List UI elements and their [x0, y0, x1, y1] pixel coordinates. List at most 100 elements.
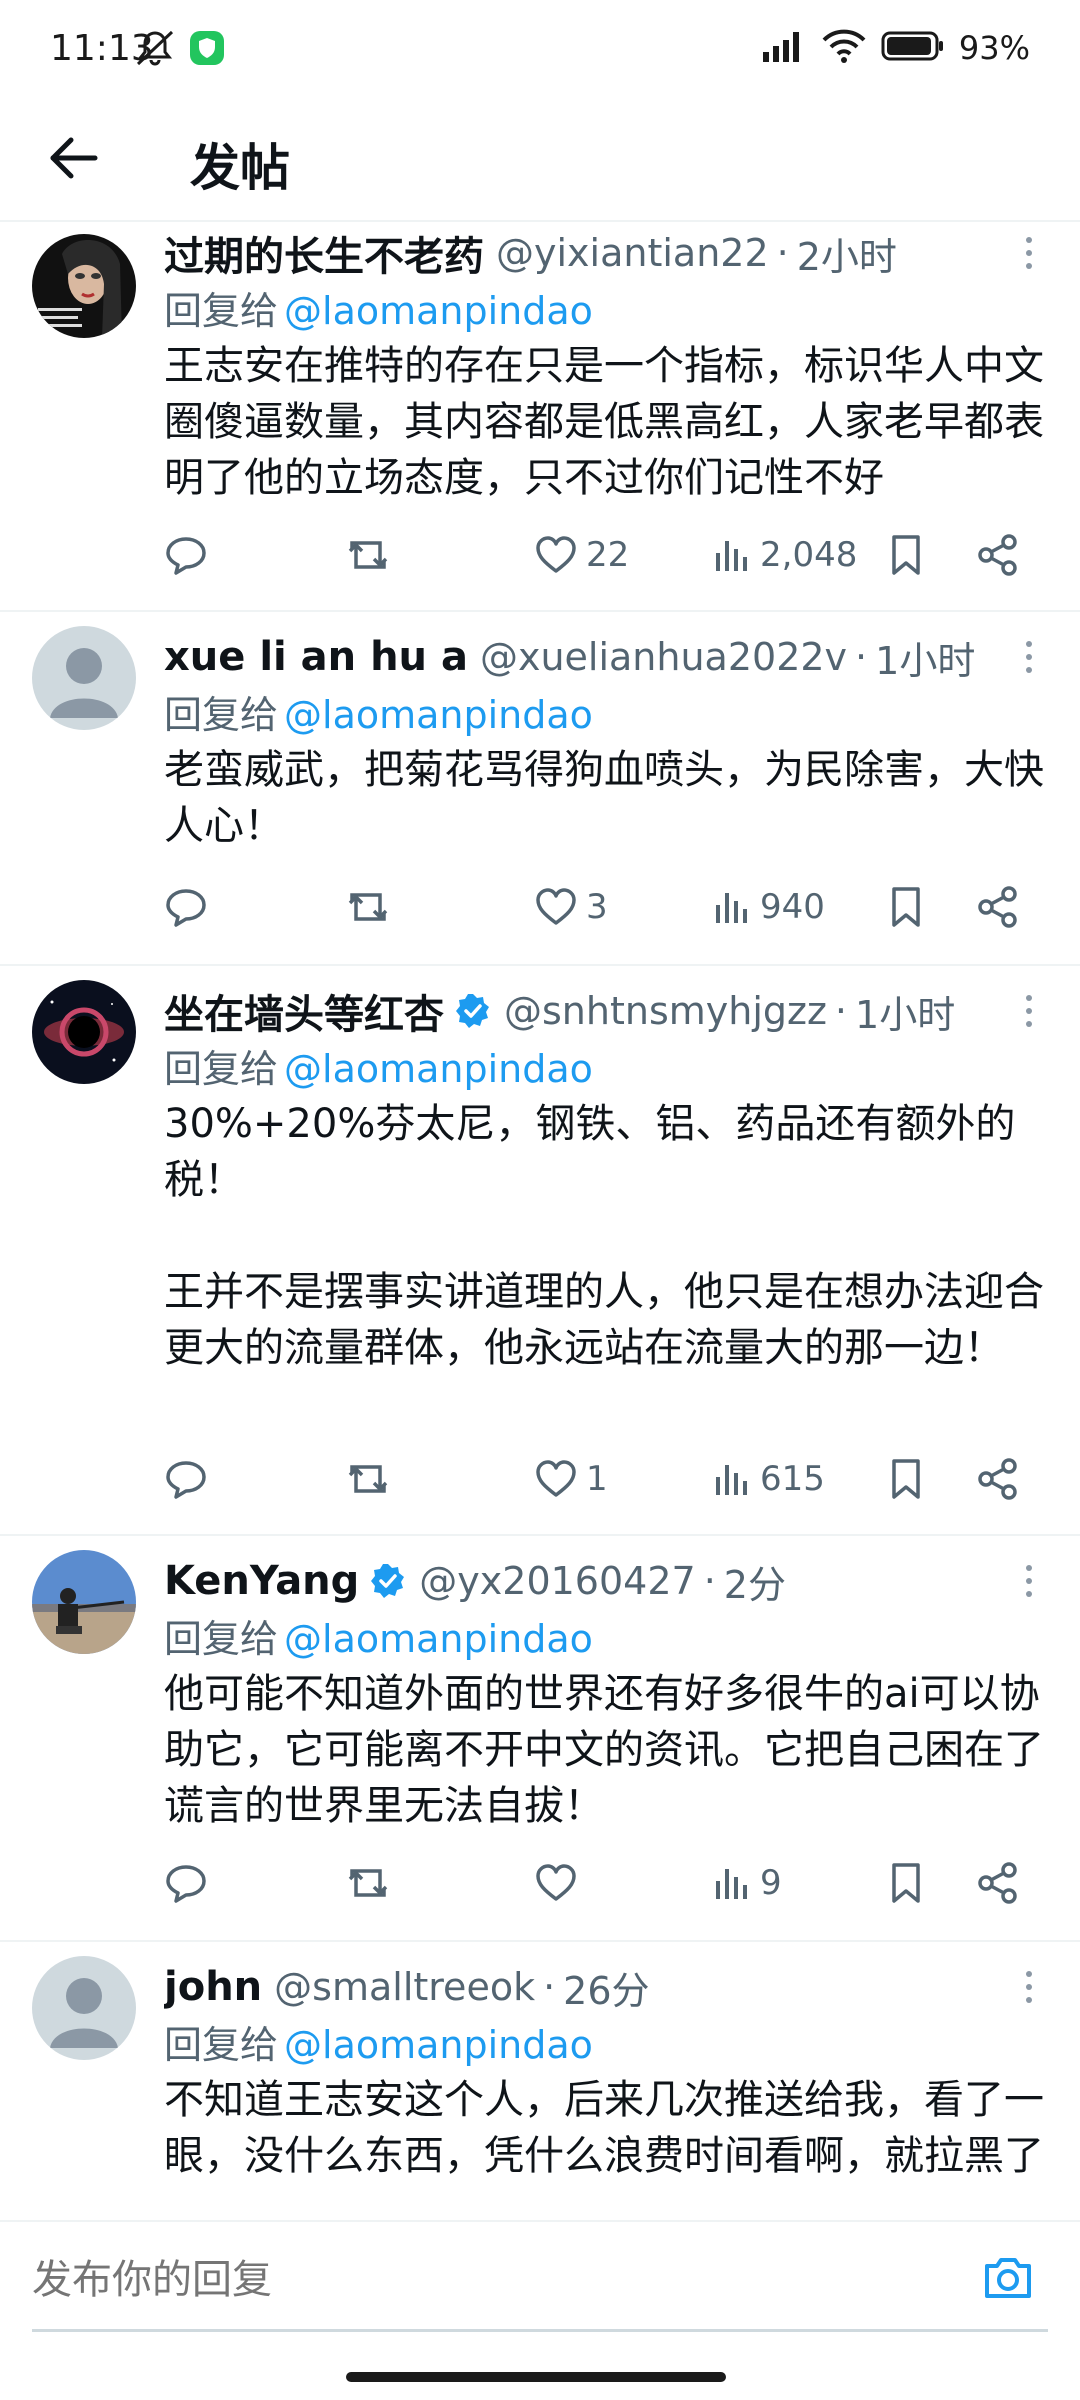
author-name[interactable]: john: [164, 1964, 262, 2010]
share-icon: [976, 533, 1020, 577]
share-button[interactable]: [976, 1848, 1020, 1918]
action-bar: 22 2,048: [164, 520, 1044, 590]
repost-button[interactable]: [344, 520, 392, 590]
more-options-button[interactable]: [1014, 986, 1044, 1036]
views-icon: [712, 1459, 752, 1499]
reply-tweet[interactable]: KenYang @yx20160427 · 2分 回复给 @laomanpinda…: [0, 1536, 1080, 1942]
like-button[interactable]: 22: [534, 520, 629, 590]
like-button[interactable]: [534, 1848, 586, 1918]
gesture-nav-handle[interactable]: [346, 2372, 726, 2382]
author-name[interactable]: KenYang: [164, 1558, 359, 1604]
bookmark-icon: [886, 1861, 926, 1905]
author-name[interactable]: 坐在墙头等红杏: [164, 982, 444, 1040]
author-name[interactable]: xue li an hu a: [164, 634, 468, 680]
share-icon: [976, 885, 1020, 929]
battery-icon: [881, 29, 945, 67]
more-options-button[interactable]: [1014, 1962, 1044, 2012]
like-button[interactable]: 1: [534, 1444, 608, 1514]
bookmark-button[interactable]: [886, 1848, 926, 1918]
signal-icon: [761, 28, 807, 68]
repost-icon: [344, 1457, 392, 1501]
tweet-text: 不知道王志安这个人，后来几次推送给我，看了一眼，没什么东西，凭什么浪费时间看啊，…: [164, 2077, 1044, 2179]
more-options-button[interactable]: [1014, 1556, 1044, 1606]
more-options-button[interactable]: [1014, 632, 1044, 682]
reply-mention-link[interactable]: @laomanpindao: [284, 289, 593, 333]
reply-prefix: 回复给: [164, 693, 279, 737]
views-button[interactable]: 615: [712, 1444, 825, 1514]
back-button[interactable]: [44, 130, 104, 190]
reply-mention-link[interactable]: @laomanpindao: [284, 1047, 593, 1091]
reply-icon: [164, 533, 208, 577]
avatar[interactable]: [32, 1550, 136, 1654]
reply-tweet[interactable]: 过期的长生不老药 @yixiantian22 · 2小时 回复给 @laomanp…: [0, 222, 1080, 612]
share-button[interactable]: [976, 1444, 1020, 1514]
reply-mention-link[interactable]: @laomanpindao: [284, 2023, 593, 2067]
heart-icon: [534, 1459, 578, 1499]
bookmark-button[interactable]: [886, 1444, 926, 1514]
repost-icon: [344, 533, 392, 577]
reply-button[interactable]: [164, 520, 208, 590]
reply-button[interactable]: [164, 872, 208, 942]
bookmark-button[interactable]: [886, 520, 926, 590]
reply-mention-link[interactable]: @laomanpindao: [284, 693, 593, 737]
share-button[interactable]: [976, 872, 1020, 942]
tweet-text: 老蛮威武，把菊花骂得狗血喷头，为民除害，大快人心！: [164, 747, 1044, 849]
separator-dot: ·: [855, 635, 868, 679]
repost-button[interactable]: [344, 1444, 392, 1514]
header: 发帖: [0, 100, 1080, 222]
action-bar: 9: [164, 1848, 1044, 1918]
separator-dot: ·: [776, 231, 789, 275]
bookmark-button[interactable]: [886, 872, 926, 942]
heart-icon: [534, 887, 578, 927]
author-name[interactable]: 过期的长生不老药: [164, 224, 484, 282]
repost-icon: [344, 1861, 392, 1905]
like-button[interactable]: 3: [534, 872, 608, 942]
avatar[interactable]: [32, 980, 136, 1084]
views-button[interactable]: 2,048: [712, 520, 857, 590]
reply-button[interactable]: [164, 1444, 208, 1514]
bookmark-icon: [886, 533, 926, 577]
share-button[interactable]: [976, 520, 1020, 590]
views-button[interactable]: 940: [712, 872, 825, 942]
wifi-icon: [821, 28, 867, 68]
reply-to-line: 回复给 @laomanpindao: [164, 1612, 1044, 1666]
views-icon: [712, 1863, 752, 1903]
bookmark-icon: [886, 1457, 926, 1501]
avatar[interactable]: [32, 234, 136, 338]
repost-button[interactable]: [344, 872, 392, 942]
camera-button[interactable]: [976, 2248, 1040, 2312]
reply-mention-link[interactable]: @laomanpindao: [284, 1617, 593, 1661]
views-icon: [712, 535, 752, 575]
reply-prefix: 回复给: [164, 1617, 279, 1661]
more-options-button[interactable]: [1014, 228, 1044, 278]
repost-icon: [344, 885, 392, 929]
tweet-text: 30%+20%芬太尼，钢铁、铝、药品还有额外的税！ 王并不是摆事实讲道理的人，他…: [164, 1101, 1044, 1371]
reply-to-line: 回复给 @laomanpindao: [164, 688, 1044, 742]
repost-button[interactable]: [344, 1848, 392, 1918]
reply-tweet[interactable]: 坐在墙头等红杏 @snhtnsmyhjgzz · 1小时 回复给 @laomanp…: [0, 966, 1080, 1536]
bookmark-icon: [886, 885, 926, 929]
author-handle[interactable]: @xuelianhua2022v: [480, 635, 847, 679]
reply-composer: [0, 2220, 1080, 2340]
avatar[interactable]: [32, 626, 136, 730]
reply-tweet[interactable]: john @smalltreeok · 26分 回复给 @laomanpindao…: [0, 1942, 1080, 2220]
separator-dot: ·: [834, 989, 848, 1033]
author-handle[interactable]: @snhtnsmyhjgzz: [504, 989, 827, 1033]
app-shield-icon: [188, 29, 226, 71]
like-count: 1: [586, 1459, 608, 1499]
views-button[interactable]: 9: [712, 1848, 782, 1918]
reply-input[interactable]: [32, 2240, 952, 2320]
reply-tweet[interactable]: xue li an hu a @xuelianhua2022v · 1小时 回复…: [0, 612, 1080, 966]
avatar[interactable]: [32, 1956, 136, 2060]
author-handle[interactable]: @yx20160427: [419, 1559, 695, 1603]
reply-feed[interactable]: 过期的长生不老药 @yixiantian22 · 2小时 回复给 @laomanp…: [0, 222, 1080, 2220]
heart-icon: [534, 1863, 578, 1903]
author-handle[interactable]: @yixiantian22: [496, 231, 769, 275]
composer-underline: [32, 2329, 1048, 2332]
author-handle[interactable]: @smalltreeok: [274, 1965, 535, 2009]
views-count: 9: [760, 1863, 782, 1903]
tweet-text: 王志安在推特的存在只是一个指标，标识华人中文圈傻逼数量，其内容都是低黑高红，人家…: [164, 343, 1044, 501]
reply-button[interactable]: [164, 1848, 208, 1918]
views-icon: [712, 887, 752, 927]
like-count: 3: [586, 887, 608, 927]
